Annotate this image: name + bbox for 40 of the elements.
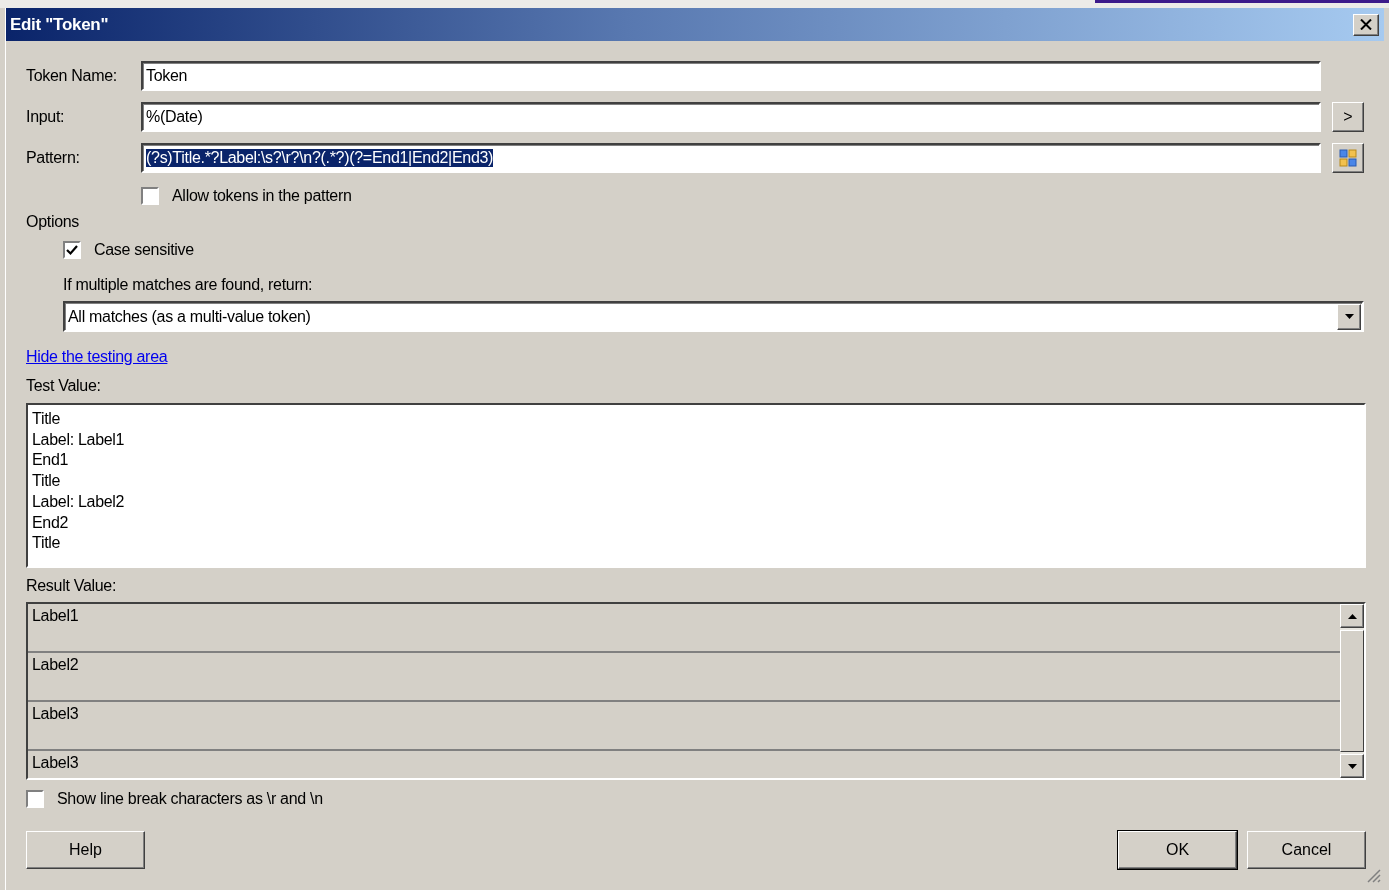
resize-grip-icon[interactable] — [1365, 867, 1381, 883]
result-value-label: Result Value: — [26, 577, 117, 595]
field-label: Input: — [26, 108, 66, 126]
text-field[interactable]: (?s)Title.*?Label:\s?\r?\n?(.*?)(?=End1|End2|End3) — [141, 143, 1321, 173]
test-value-field[interactable]: Title Label: Label1 End1 Title Label: Label2 End2 Title — [26, 403, 1366, 568]
scroll-down-button[interactable] — [1340, 754, 1364, 778]
result-item[interactable]: Label3 — [28, 702, 1340, 751]
group-title: Options — [26, 213, 80, 231]
checkbox[interactable] — [26, 790, 44, 808]
field-label: Pattern: — [26, 149, 81, 167]
scrollbar[interactable] — [1340, 604, 1364, 778]
hide-testing-link[interactable]: Hide the testing area — [26, 348, 168, 366]
down-arrow-icon — [1347, 763, 1357, 769]
result-item[interactable]: Label1 — [28, 604, 1340, 653]
checkbox[interactable] — [141, 187, 159, 205]
checkbox-label: Case sensitive — [94, 241, 194, 259]
field-label: Token Name: — [26, 67, 118, 85]
text-field[interactable]: Token — [141, 61, 1321, 91]
close-button[interactable] — [1353, 13, 1379, 36]
checkbox-label: Allow tokens in the pattern — [172, 187, 352, 205]
scrollbar-thumb[interactable] — [1340, 630, 1364, 752]
checkbox-label: Show line break characters as \r and \n — [57, 790, 323, 808]
text-field[interactable]: %(Date) — [141, 102, 1321, 132]
test-value-label: Test Value: — [26, 377, 101, 395]
help-button[interactable]: Help — [26, 831, 145, 869]
result-item[interactable]: Label2 — [28, 653, 1340, 702]
caret-icon — [1344, 314, 1354, 319]
checkbox[interactable] — [63, 241, 81, 259]
dropdown-label: If multiple matches are found, return: — [63, 276, 313, 294]
dropdown-arrow-button[interactable] — [1337, 303, 1361, 330]
ok-button[interactable]: OK — [1118, 831, 1237, 869]
grid-icon — [1339, 149, 1357, 167]
pattern-builder-button[interactable] — [1332, 143, 1364, 173]
cancel-button[interactable]: Cancel — [1247, 831, 1366, 869]
up-arrow-icon — [1347, 613, 1357, 619]
insert-button[interactable]: > — [1332, 102, 1364, 132]
scroll-up-button[interactable] — [1340, 604, 1364, 628]
window-title: Edit "Token" — [10, 14, 109, 35]
close-icon — [1360, 19, 1372, 30]
dropdown[interactable]: All matches (as a multi-value token) — [63, 301, 1364, 332]
